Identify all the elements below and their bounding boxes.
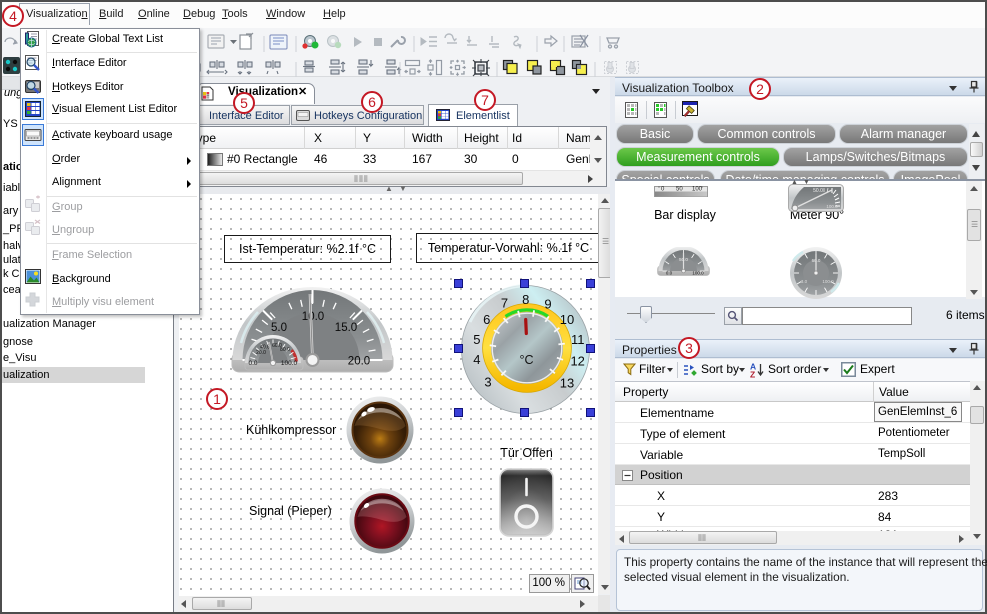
svg-text:10: 10	[560, 312, 574, 327]
svg-text:50.0: 50.0	[813, 188, 823, 194]
svg-text:80.0: 80.0	[280, 347, 290, 353]
svg-text:0.0: 0.0	[248, 360, 257, 367]
svg-text:40.0: 40.0	[260, 345, 270, 351]
svg-text:15.0: 15.0	[335, 322, 357, 334]
svg-text:13: 13	[560, 376, 574, 391]
svg-text:8: 8	[522, 292, 529, 307]
svg-text:°C: °C	[519, 353, 533, 367]
svg-text:5.0: 5.0	[271, 322, 287, 334]
svg-text:11: 11	[571, 332, 585, 347]
svg-text:100: 100	[692, 187, 703, 193]
svg-text:7: 7	[501, 296, 508, 311]
svg-text:3: 3	[484, 375, 491, 390]
svg-text:100.0: 100.0	[822, 279, 834, 284]
svg-text:12: 12	[570, 353, 584, 368]
svg-text:100.0: 100.0	[692, 271, 704, 276]
svg-text:6: 6	[483, 312, 490, 327]
svg-text:3.0: 3.0	[801, 279, 808, 284]
svg-text:10.0: 10.0	[302, 311, 324, 323]
svg-text:100.0: 100.0	[281, 360, 298, 367]
svg-text:20.0: 20.0	[256, 350, 266, 356]
svg-text:4: 4	[473, 352, 480, 367]
svg-text:20.0: 20.0	[348, 356, 370, 368]
svg-text:9: 9	[544, 297, 551, 312]
svg-text:50: 50	[676, 187, 683, 193]
svg-text:5: 5	[473, 332, 480, 347]
svg-text:Z: Z	[750, 370, 755, 379]
svg-text:100.0: 100.0	[826, 204, 838, 209]
svg-text:0.0: 0.0	[666, 271, 673, 276]
